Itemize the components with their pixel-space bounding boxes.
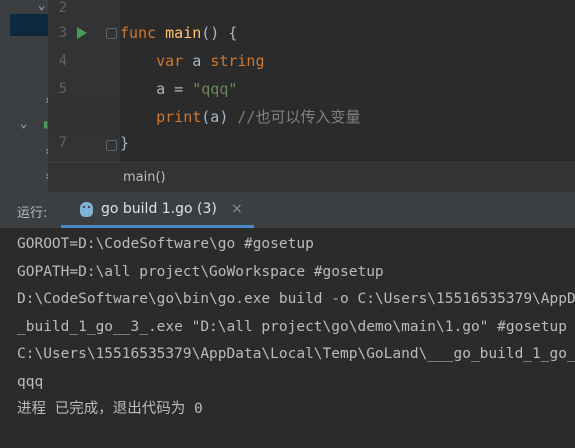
- console-line: C:\Users\15516535379\AppData\Local\Temp\…: [17, 346, 575, 362]
- breadcrumb-item[interactable]: main(): [123, 170, 166, 185]
- fold-marker-icon[interactable]: [106, 140, 117, 151]
- code-token: func: [120, 24, 166, 42]
- code-line[interactable]: a = "qqq": [120, 75, 237, 103]
- code-editor[interactable]: func main() { var a string a = "qqq" pri…: [120, 0, 575, 162]
- editor-gutter: 2 3 4 5 6 7: [48, 0, 120, 162]
- code-line[interactable]: func main() {: [120, 19, 237, 47]
- code-token: //也可以传入变量: [237, 108, 361, 126]
- run-tab-title: go build 1.go (3): [101, 201, 217, 217]
- collapse-chevron-icon[interactable]: ⌄: [38, 0, 45, 11]
- code-token: "qqq": [192, 80, 238, 98]
- console-line: D:\CodeSoftware\go\bin\go.exe build -o C…: [17, 291, 575, 307]
- code-token: a: [192, 52, 211, 70]
- code-token: main: [165, 24, 202, 42]
- gopher-icon: [80, 202, 93, 217]
- console-line: GOROOT=D:\CodeSoftware\go #gosetup: [17, 236, 314, 252]
- line-number: 3: [58, 25, 67, 41]
- line-number: 7: [58, 135, 67, 151]
- run-gutter-icon[interactable]: [77, 27, 87, 39]
- close-icon[interactable]: ×: [231, 201, 243, 217]
- code-line[interactable]: }: [120, 129, 129, 157]
- run-config-tab[interactable]: go build 1.go (3) ×: [74, 192, 256, 228]
- code-token: () {: [201, 24, 238, 42]
- console-line: _build_1_go__3_.exe "D:\all project\go\d…: [17, 319, 567, 335]
- project-tree-panel[interactable]: ⌄ › ⌄ ▮ › ›: [0, 0, 51, 192]
- code-token: var: [120, 52, 193, 70]
- breadcrumb[interactable]: main(): [48, 162, 575, 193]
- fold-marker-icon[interactable]: [106, 28, 117, 39]
- run-label: 运行:: [17, 206, 48, 221]
- selected-tree-row[interactable]: [10, 14, 48, 36]
- code-line[interactable]: var a string: [120, 47, 265, 75]
- expand-chevron-icon[interactable]: ⌄: [20, 117, 27, 129]
- code-token: a =: [120, 80, 193, 98]
- line-number: 4: [58, 53, 67, 69]
- code-line[interactable]: print(a) //也可以传入变量: [120, 103, 360, 131]
- code-token: print: [156, 108, 202, 126]
- console-line: 进程 已完成，退出代码为 0: [17, 401, 203, 417]
- code-token: string: [210, 52, 265, 70]
- console-line: GOPATH=D:\all project\GoWorkspace #goset…: [17, 264, 384, 280]
- line-number: 5: [58, 81, 67, 97]
- console-line: qqq: [17, 374, 44, 390]
- run-tool-window-header: 运行: go build 1.go (3) ×: [0, 192, 575, 229]
- code-token: }: [120, 134, 130, 152]
- run-console[interactable]: GOROOT=D:\CodeSoftware\go #gosetup GOPAT…: [0, 228, 575, 448]
- code-token: (a): [201, 108, 238, 126]
